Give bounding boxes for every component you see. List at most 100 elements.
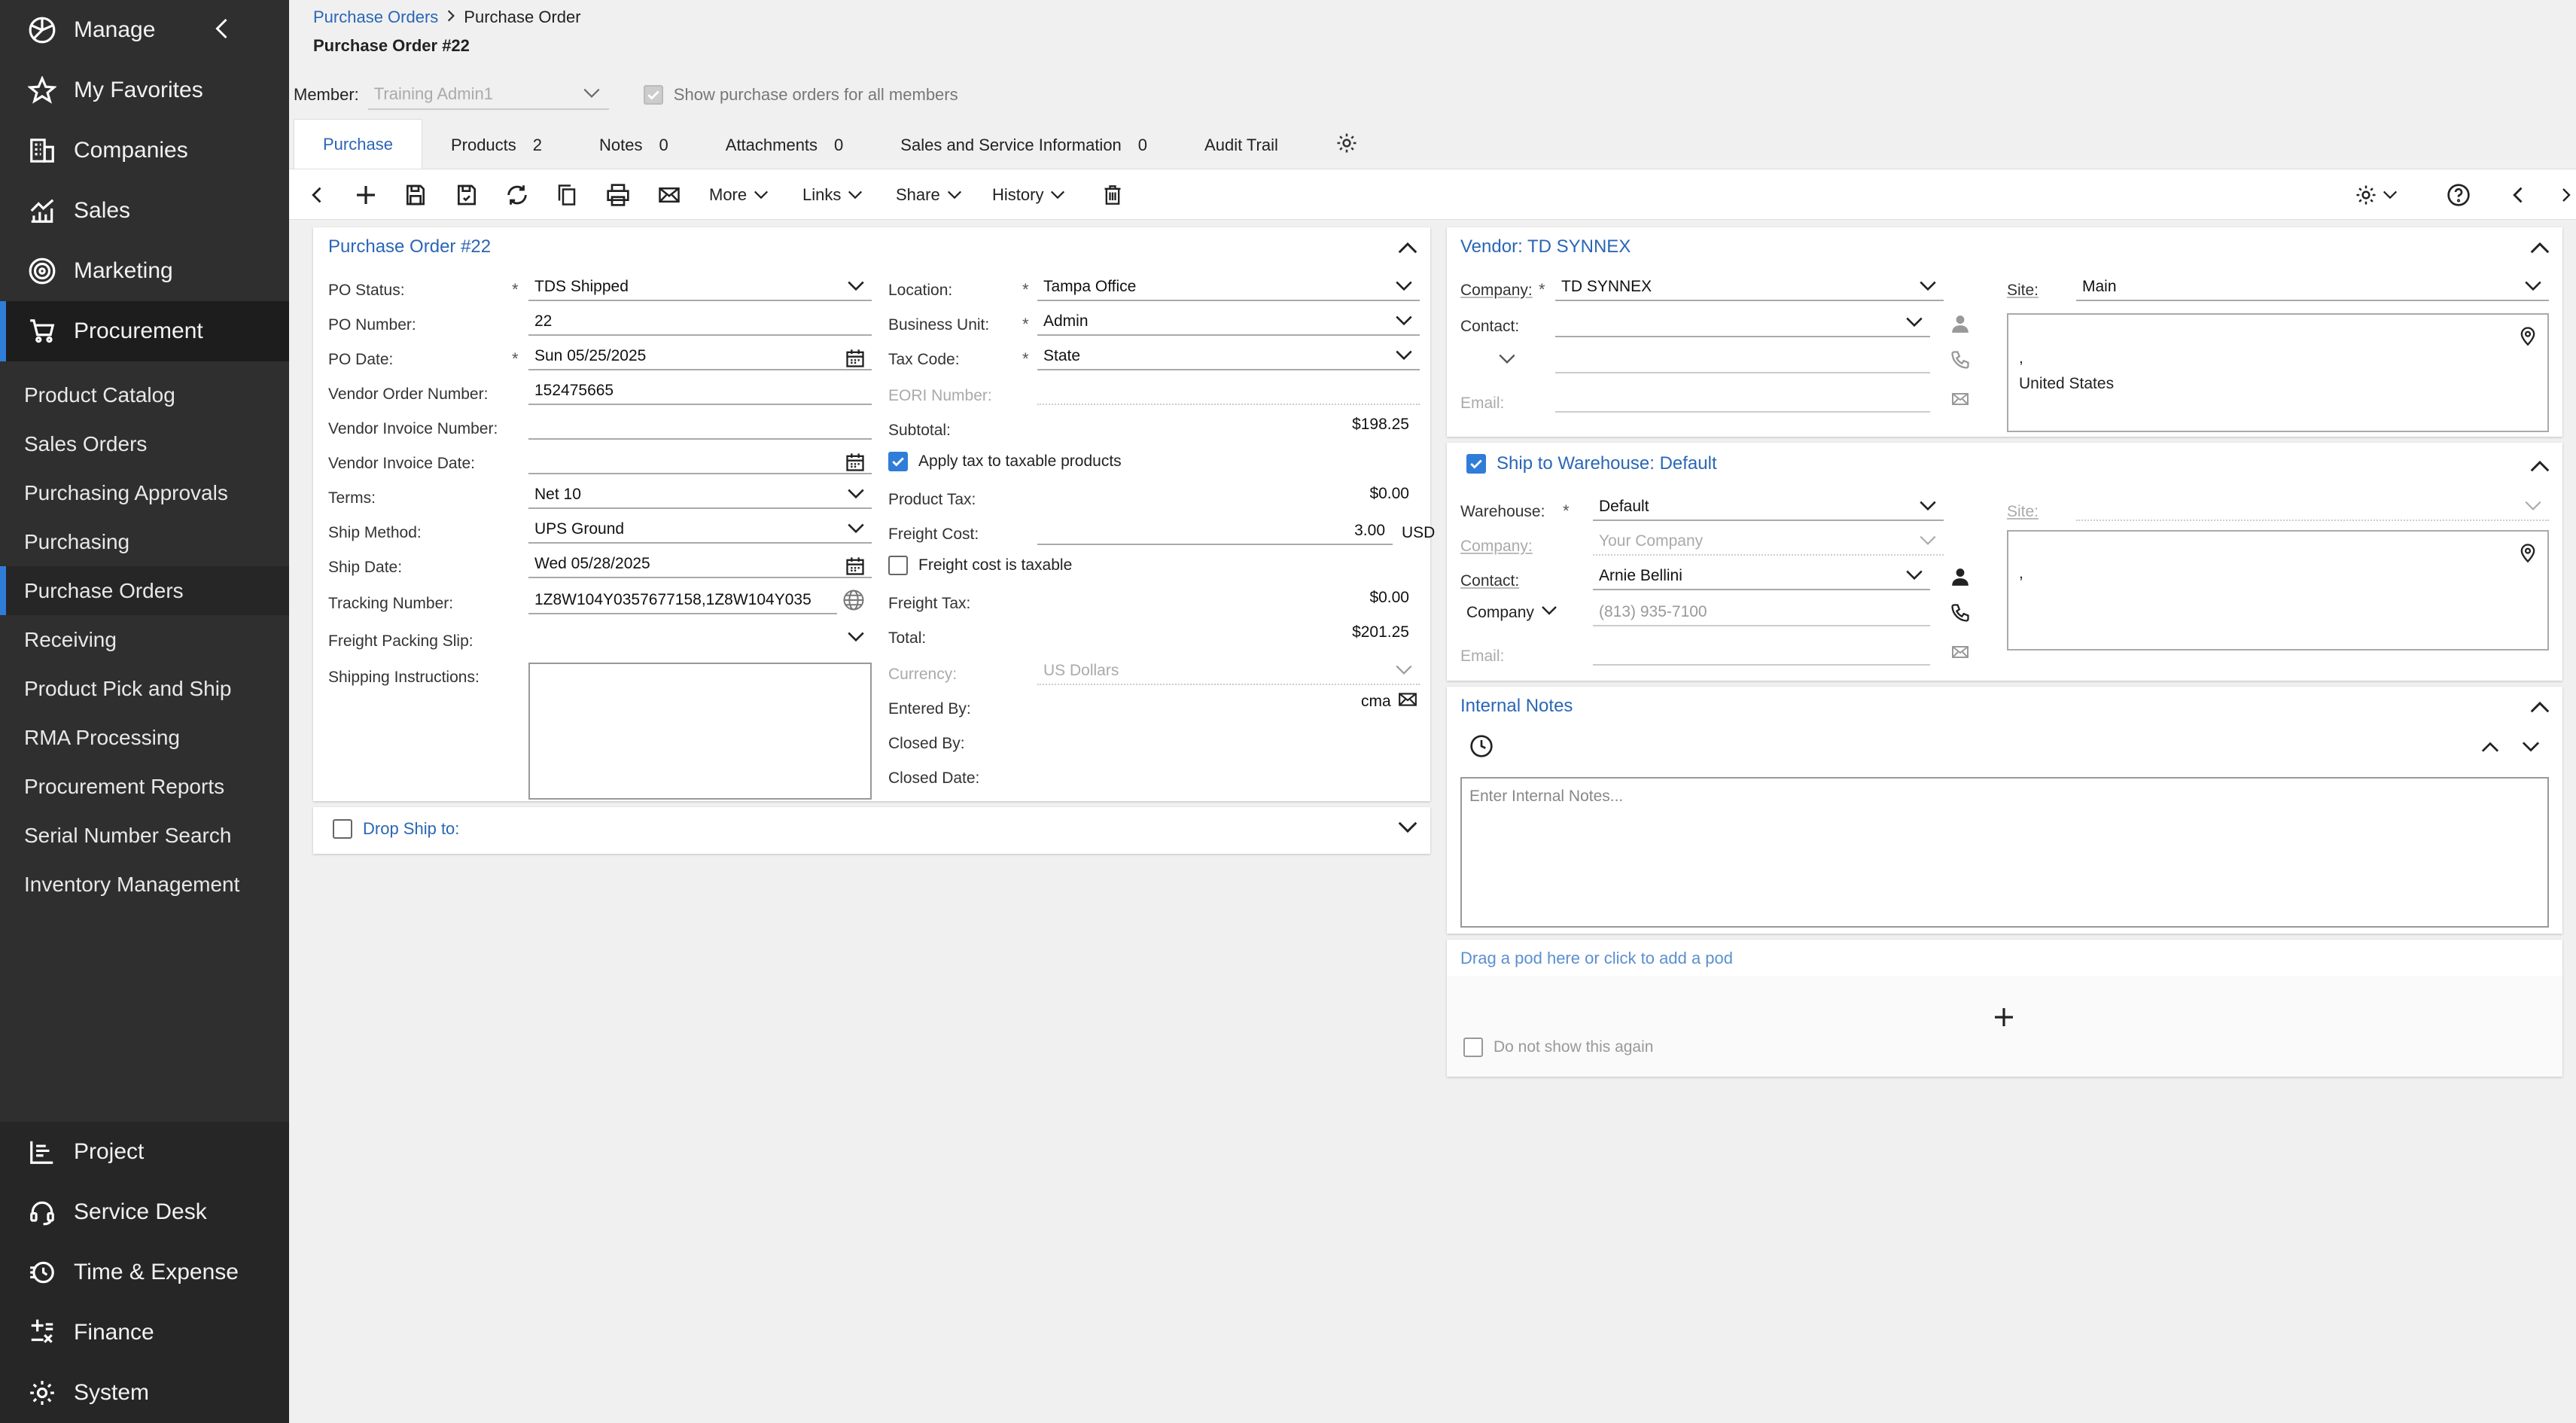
- drop-ship-option[interactable]: Drop Ship to:: [333, 819, 459, 839]
- internal-notes-textarea[interactable]: Enter Internal Notes...: [1460, 777, 2549, 928]
- show-all-members-checkbox[interactable]: [643, 85, 663, 105]
- vendor-order-number-input[interactable]: 152475665: [528, 378, 872, 405]
- freight-cost-input[interactable]: 3.00: [1037, 518, 1393, 545]
- sidebar-sub-inventory-management[interactable]: Inventory Management: [0, 860, 289, 909]
- links-menu-button[interactable]: Links: [802, 180, 863, 210]
- vendor-company-label[interactable]: Company:: [1460, 282, 1533, 300]
- tax-code-select[interactable]: State: [1037, 343, 1420, 370]
- add-pod-button[interactable]: [1989, 1004, 2019, 1034]
- location-select[interactable]: Tampa Office: [1037, 274, 1420, 301]
- warehouse-phone-input[interactable]: (813) 935-7100: [1593, 599, 1930, 626]
- po-date-input[interactable]: Sun 05/25/2025: [528, 343, 872, 370]
- vendor-site-label[interactable]: Site:: [2007, 282, 2039, 300]
- vendor-email-input[interactable]: [1555, 385, 1930, 413]
- more-menu-button[interactable]: More: [709, 180, 769, 210]
- ship-method-select[interactable]: UPS Ground: [528, 516, 872, 544]
- sidebar-sub-procurement-reports[interactable]: Procurement Reports: [0, 762, 289, 811]
- tab-settings-gear[interactable]: [1307, 122, 1387, 169]
- sidebar-item-manage[interactable]: Manage: [0, 0, 289, 60]
- eori-number-input[interactable]: [1037, 378, 1420, 405]
- collapse-panel-button[interactable]: [2526, 238, 2553, 262]
- sidebar-sub-purchasing-approvals[interactable]: Purchasing Approvals: [0, 468, 289, 517]
- terms-select[interactable]: Net 10: [528, 482, 872, 509]
- vendor-site-select[interactable]: Main: [2076, 274, 2549, 301]
- collapse-panel-button[interactable]: [2526, 456, 2553, 480]
- warehouse-contact-person-icon[interactable]: [1948, 565, 1972, 589]
- sidebar-sub-product-pick-and-ship[interactable]: Product Pick and Ship: [0, 664, 289, 713]
- save-button[interactable]: [403, 180, 428, 210]
- warehouse-contact-label[interactable]: Contact:: [1460, 572, 1519, 590]
- tab-notes[interactable]: Notes 0: [571, 122, 697, 169]
- sidebar-sub-product-catalog[interactable]: Product Catalog: [0, 370, 289, 419]
- sidebar-item-companies[interactable]: Companies: [0, 120, 289, 181]
- freight-taxable-option[interactable]: Freight cost is taxable: [888, 556, 1072, 575]
- sidebar-sub-purchase-orders[interactable]: Purchase Orders: [0, 566, 289, 615]
- apply-tax-option[interactable]: Apply tax to taxable products: [888, 452, 1122, 471]
- notes-history-button[interactable]: [1468, 735, 1495, 762]
- next-record-button[interactable]: [2556, 180, 2574, 210]
- new-button[interactable]: [354, 180, 378, 210]
- ship-to-warehouse-option[interactable]: Ship to Warehouse: Default: [1466, 453, 1717, 474]
- share-menu-button[interactable]: Share: [896, 180, 963, 210]
- warehouse-site-select[interactable]: [2076, 494, 2549, 521]
- expand-panel-button[interactable]: [1394, 818, 1421, 842]
- drop-ship-checkbox[interactable]: [333, 819, 352, 839]
- track-shipment-button[interactable]: [840, 589, 867, 616]
- add-pod-link[interactable]: Drag a pod here or click to add a pod: [1460, 949, 1733, 968]
- freight-taxable-checkbox[interactable]: [888, 556, 908, 575]
- member-select[interactable]: Training Admin1: [367, 80, 609, 110]
- sidebar-item-sales[interactable]: Sales: [0, 181, 289, 241]
- sidebar-item-service-desk[interactable]: Service Desk: [0, 1182, 289, 1242]
- warehouse-email-input[interactable]: [1593, 638, 1930, 666]
- warehouse-phone-type-select[interactable]: Company: [1466, 604, 1558, 622]
- sidebar-item-procurement[interactable]: Procurement: [0, 301, 289, 361]
- dont-show-again-option[interactable]: Do not show this again: [1463, 1038, 1653, 1057]
- vendor-phone-icon[interactable]: [1948, 348, 1972, 372]
- warehouse-company-select[interactable]: Your Company: [1593, 529, 1944, 556]
- vendor-contact-select[interactable]: [1555, 310, 1930, 337]
- calendar-icon[interactable]: [845, 348, 866, 373]
- sidebar-item-time-expense[interactable]: Time & Expense: [0, 1242, 289, 1303]
- tab-sales-service-info[interactable]: Sales and Service Information 0: [872, 122, 1176, 169]
- sidebar-sub-rma-processing[interactable]: RMA Processing: [0, 713, 289, 762]
- shipping-instructions-textarea[interactable]: [528, 663, 872, 800]
- email-button[interactable]: [656, 180, 682, 210]
- po-number-input[interactable]: 22: [528, 309, 872, 336]
- breadcrumb-purchase-orders-link[interactable]: Purchase Orders: [313, 8, 438, 27]
- map-pin-icon[interactable]: [2514, 322, 2541, 349]
- apply-tax-checkbox[interactable]: [888, 452, 908, 471]
- vendor-email-icon[interactable]: [1948, 387, 1972, 411]
- warehouse-email-icon[interactable]: [1948, 640, 1972, 664]
- business-unit-select[interactable]: Admin: [1037, 309, 1420, 336]
- vendor-contact-person-icon[interactable]: [1948, 312, 1972, 336]
- vendor-invoice-date-input[interactable]: [528, 447, 872, 474]
- help-button[interactable]: [2447, 180, 2471, 210]
- email-entered-by-button[interactable]: [1394, 690, 1421, 714]
- calendar-icon[interactable]: [845, 556, 866, 581]
- currency-select[interactable]: US Dollars: [1037, 658, 1420, 685]
- map-pin-icon[interactable]: [2514, 539, 2541, 566]
- warehouse-select[interactable]: Default: [1593, 494, 1944, 521]
- save-and-close-button[interactable]: [455, 180, 479, 210]
- sidebar-item-system[interactable]: System: [0, 1363, 289, 1423]
- vendor-invoice-number-input[interactable]: [528, 413, 872, 440]
- back-button[interactable]: [307, 180, 328, 210]
- previous-record-button[interactable]: [2508, 180, 2529, 210]
- tab-products[interactable]: Products 2: [422, 122, 571, 169]
- sidebar-item-finance[interactable]: Finance: [0, 1303, 289, 1363]
- collapse-panel-button[interactable]: [1394, 238, 1421, 262]
- vendor-phone-type-select[interactable]: [1494, 349, 1521, 372]
- warehouse-contact-select[interactable]: Arnie Bellini: [1593, 563, 1930, 590]
- previous-note-button[interactable]: [2477, 736, 2504, 760]
- ship-to-warehouse-checkbox[interactable]: [1466, 454, 1486, 474]
- po-status-select[interactable]: TDS Shipped: [528, 274, 872, 301]
- next-note-button[interactable]: [2517, 736, 2544, 760]
- sidebar-sub-sales-orders[interactable]: Sales Orders: [0, 419, 289, 468]
- history-menu-button[interactable]: History: [992, 180, 1066, 210]
- calendar-icon[interactable]: [845, 452, 866, 477]
- show-all-members-option[interactable]: Show purchase orders for all members: [643, 85, 958, 105]
- collapse-panel-button[interactable]: [2526, 697, 2553, 721]
- sidebar-sub-serial-number-search[interactable]: Serial Number Search: [0, 811, 289, 860]
- ship-date-input[interactable]: Wed 05/28/2025: [528, 551, 872, 578]
- sidebar-item-project[interactable]: Project: [0, 1122, 289, 1182]
